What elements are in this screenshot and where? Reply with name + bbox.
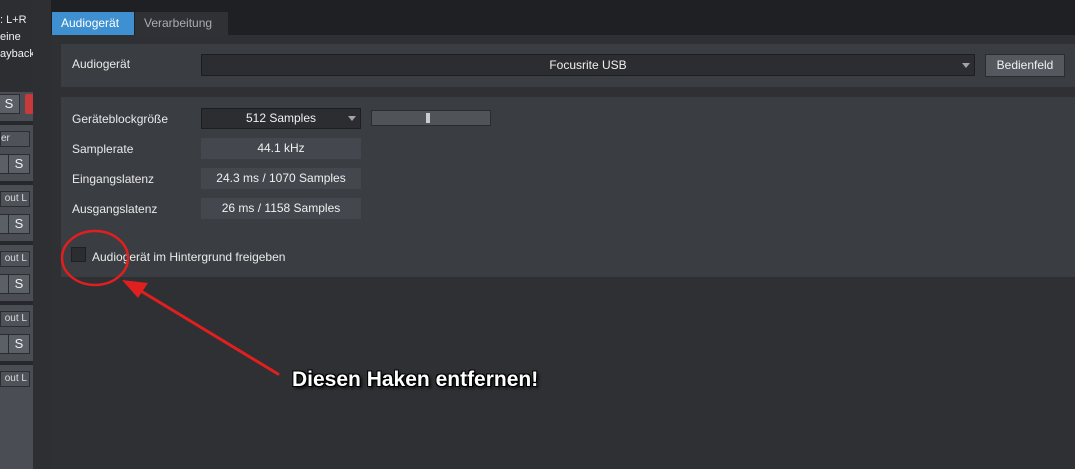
separator bbox=[0, 361, 33, 365]
separator bbox=[0, 241, 33, 245]
input-latency-value: 24.3 ms / 1070 Samples bbox=[201, 168, 361, 189]
samplerate-value: 44.1 kHz bbox=[201, 138, 361, 159]
output-latency-value: 26 ms / 1158 Samples bbox=[201, 198, 361, 219]
tab-bar: Audiogerät Verarbeitung bbox=[51, 0, 1075, 35]
solo-button[interactable]: S bbox=[0, 94, 20, 114]
separator bbox=[0, 121, 33, 125]
audio-settings-panel: Audiogerät Verarbeitung Audiogerät Focus… bbox=[51, 0, 1075, 469]
solo-button[interactable]: S bbox=[8, 334, 30, 354]
device-select-value: Focusrite USB bbox=[549, 58, 627, 72]
background-release-checkbox[interactable] bbox=[71, 247, 86, 262]
annotation-text: Diesen Haken entfernen! bbox=[292, 368, 539, 391]
solo-button[interactable]: S bbox=[8, 154, 30, 174]
output-latency-label: Ausgangslatenz bbox=[72, 202, 158, 216]
output-select[interactable]: out L bbox=[0, 371, 30, 387]
partial-label: er bbox=[0, 131, 30, 147]
record-button[interactable] bbox=[25, 94, 33, 114]
chevron-down-icon bbox=[962, 63, 970, 68]
tab-audiogeraet[interactable]: Audiogerät bbox=[52, 12, 134, 35]
block-size-value: 512 Samples bbox=[245, 111, 317, 125]
output-select[interactable]: out L bbox=[0, 311, 30, 327]
device-select[interactable]: Focusrite USB bbox=[201, 54, 975, 76]
panel-divider bbox=[33, 0, 51, 469]
channel-text-1: eine bbox=[0, 31, 21, 43]
block-size-select[interactable]: 512 Samples bbox=[201, 108, 361, 129]
separator bbox=[0, 181, 33, 185]
output-select[interactable]: out L bbox=[0, 251, 30, 267]
samplerate-label: Samplerate bbox=[72, 142, 134, 156]
slider-thumb[interactable] bbox=[426, 113, 430, 123]
channel-routing-label: : L+R bbox=[0, 14, 27, 26]
input-latency-label: Eingangslatenz bbox=[72, 172, 155, 186]
mixer-strip: : L+R eine ayback S er S out L S out L S… bbox=[0, 0, 33, 469]
block-size-label: Geräteblockgröße bbox=[72, 112, 169, 126]
control-panel-button[interactable]: Bedienfeld bbox=[985, 54, 1065, 77]
tab-content: Audiogerät Focusrite USB Bedienfeld Gerä… bbox=[51, 35, 1075, 469]
device-row: Audiogerät Focusrite USB Bedienfeld bbox=[61, 44, 1075, 87]
block-size-slider[interactable] bbox=[371, 110, 491, 126]
tab-verarbeitung[interactable]: Verarbeitung bbox=[135, 12, 228, 35]
device-settings-block: Geräteblockgröße 512 Samples Samplerate … bbox=[61, 97, 1075, 277]
device-label: Audiogerät bbox=[72, 57, 131, 71]
chevron-down-icon bbox=[348, 116, 356, 121]
solo-button[interactable]: S bbox=[8, 274, 30, 294]
channel-text-2: ayback bbox=[0, 48, 33, 60]
output-select[interactable]: out L bbox=[0, 191, 30, 207]
background-release-label: Audiogerät im Hintergrund freigeben bbox=[92, 250, 286, 264]
separator bbox=[0, 301, 33, 305]
solo-button[interactable]: S bbox=[8, 214, 30, 234]
